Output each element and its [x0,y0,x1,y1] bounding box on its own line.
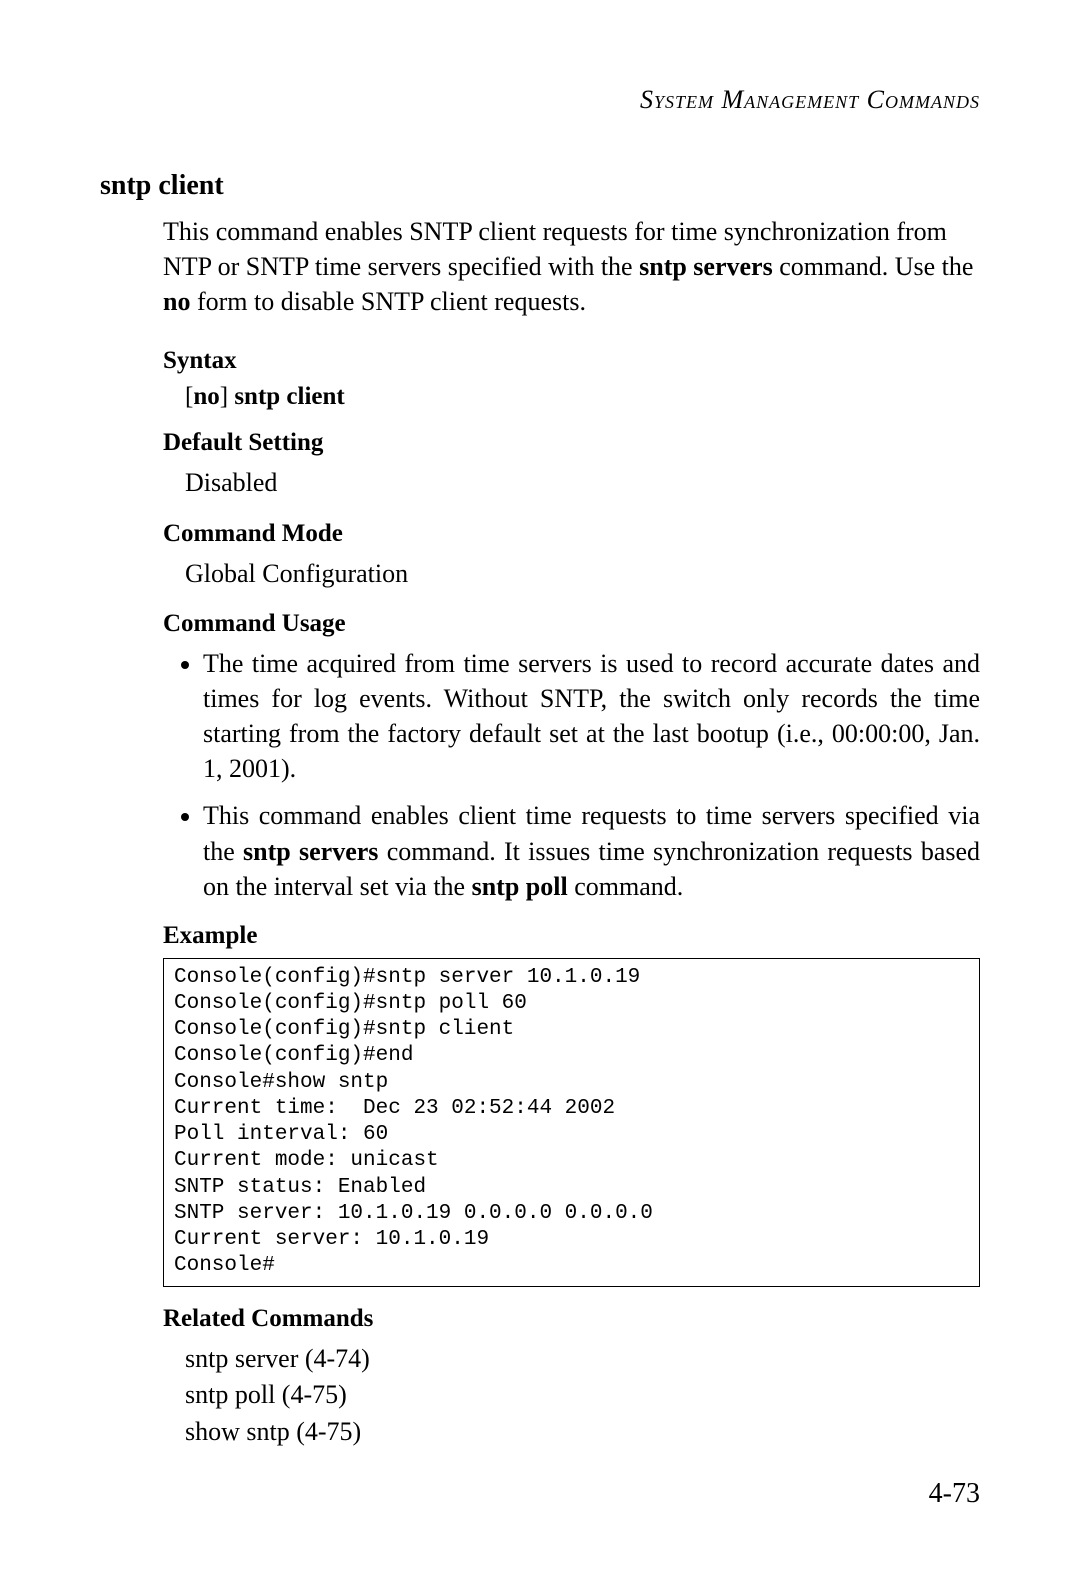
command-mode-label: Command Mode [163,520,980,548]
command-description: This command enables SNTP client request… [163,214,980,319]
usage2-bold-2: sntp poll [472,872,568,901]
command-usage-label: Command Usage [163,610,980,638]
related-item-1: sntp server (4-74) [185,1341,980,1377]
syntax-no: no [193,383,219,410]
related-commands-list: sntp server (4-74) sntp poll (4-75) show… [185,1341,980,1450]
related-commands-label: Related Commands [163,1305,980,1333]
desc-text-3: form to disable SNTP client requests. [190,287,585,316]
example-code-block: Console(config)#sntp server 10.1.0.19 Co… [163,958,980,1287]
default-setting-value: Disabled [185,465,980,501]
related-item-2: sntp poll (4-75) [185,1377,980,1413]
page-header: System Management Commands [100,85,980,115]
syntax-label: Syntax [163,347,980,375]
desc-bold-1: sntp servers [639,252,773,281]
desc-text-2: command. Use the [773,252,974,281]
desc-bold-2: no [163,287,190,316]
usage-item-2: This command enables client time request… [203,798,980,903]
page: System Management Commands sntp client T… [0,0,1080,1570]
usage2-text-3: command. [568,872,684,901]
content-body: This command enables SNTP client request… [163,214,980,1450]
related-item-3: show sntp (4-75) [185,1414,980,1450]
syntax-line: [no] sntp client [185,383,980,411]
usage-list: The time acquired from time servers is u… [163,646,980,904]
command-title: sntp client [100,170,980,202]
example-label: Example [163,922,980,950]
page-number: 4-73 [929,1478,980,1510]
usage-item-1: The time acquired from time servers is u… [203,646,980,786]
default-setting-label: Default Setting [163,429,980,457]
command-mode-value: Global Configuration [185,556,980,592]
syntax-rest: sntp client [228,383,345,410]
syntax-close-bracket: ] [220,383,228,410]
usage2-bold-1: sntp servers [243,837,378,866]
